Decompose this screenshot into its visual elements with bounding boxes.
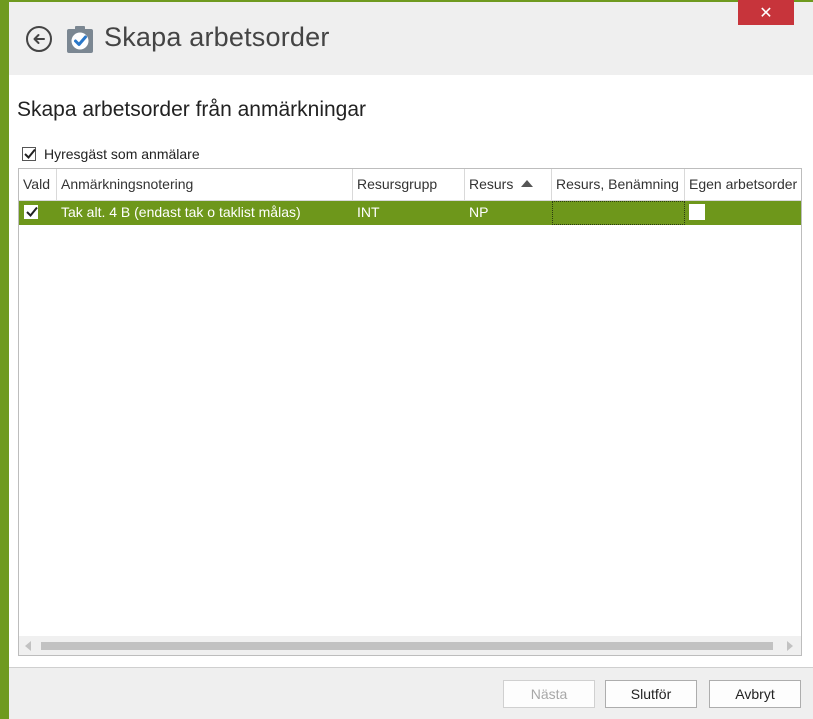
scroll-left-icon[interactable]	[25, 641, 31, 651]
own-work-order-checkbox[interactable]	[689, 204, 705, 220]
back-button[interactable]	[26, 26, 52, 52]
title-bar: Skapa arbetsorder	[9, 2, 813, 75]
window-left-accent	[0, 0, 9, 719]
cell-resursgrupp[interactable]: INT	[353, 201, 465, 225]
column-header-label: Resursgrupp	[357, 176, 438, 192]
check-icon	[26, 206, 38, 217]
scroll-right-icon[interactable]	[787, 641, 793, 651]
cell-resurs-benamning[interactable]	[552, 201, 685, 225]
close-button[interactable]: ✕	[738, 0, 794, 25]
next-button[interactable]: Nästa	[503, 680, 595, 708]
column-header-resurs-benamning[interactable]: Resurs, Benämning	[552, 169, 685, 200]
remarks-grid[interactable]: Vald Anmärkningsnotering Resursgrupp Res…	[18, 168, 802, 656]
checklist-icon	[67, 26, 93, 53]
scrollbar-thumb[interactable]	[41, 642, 773, 650]
grid-header: Vald Anmärkningsnotering Resursgrupp Res…	[19, 169, 801, 201]
column-header-label: Resurs	[469, 176, 514, 192]
close-icon: ✕	[759, 4, 773, 22]
table-row[interactable]: Tak alt. 4 B (endast tak o taklist målas…	[19, 201, 801, 225]
page-heading: Skapa arbetsorder från anmärkningar	[17, 98, 367, 121]
column-header-label: Egen arbetsorder	[689, 176, 798, 192]
column-header-vald[interactable]: Vald	[19, 169, 57, 200]
horizontal-scrollbar[interactable]	[19, 636, 801, 655]
sort-ascending-icon	[521, 180, 534, 187]
cell-anmarkningsnotering[interactable]: Tak alt. 4 B (endast tak o taklist målas…	[57, 201, 353, 225]
column-header-label: Resurs, Benämning	[556, 176, 679, 192]
cell-resurs[interactable]: NP	[465, 201, 552, 225]
column-header-egen-arbetsorder[interactable]: Egen arbetsorder	[685, 169, 801, 200]
cancel-button[interactable]: Avbryt	[709, 680, 801, 708]
column-header-anmarkningsnotering[interactable]: Anmärkningsnotering	[57, 169, 353, 200]
column-header-label: Vald	[23, 176, 50, 192]
back-arrow-icon	[33, 34, 45, 44]
tenant-reporter-checkbox-row[interactable]: Hyresgäst som anmälare	[22, 146, 200, 162]
check-icon	[24, 148, 36, 159]
window-title: Skapa arbetsorder	[104, 22, 330, 52]
finish-button[interactable]: Slutför	[605, 680, 697, 708]
cell-vald[interactable]	[19, 201, 57, 225]
footer-bar: Nästa Slutför Avbryt	[9, 668, 813, 719]
column-header-resurs[interactable]: Resurs	[465, 169, 552, 200]
cell-egen-arbetsorder[interactable]	[685, 201, 801, 225]
tenant-reporter-label: Hyresgäst som anmälare	[44, 146, 200, 162]
column-header-resursgrupp[interactable]: Resursgrupp	[353, 169, 465, 200]
column-header-label: Anmärkningsnotering	[61, 176, 194, 192]
row-select-checkbox[interactable]	[24, 205, 38, 219]
tenant-reporter-checkbox[interactable]	[22, 147, 36, 161]
